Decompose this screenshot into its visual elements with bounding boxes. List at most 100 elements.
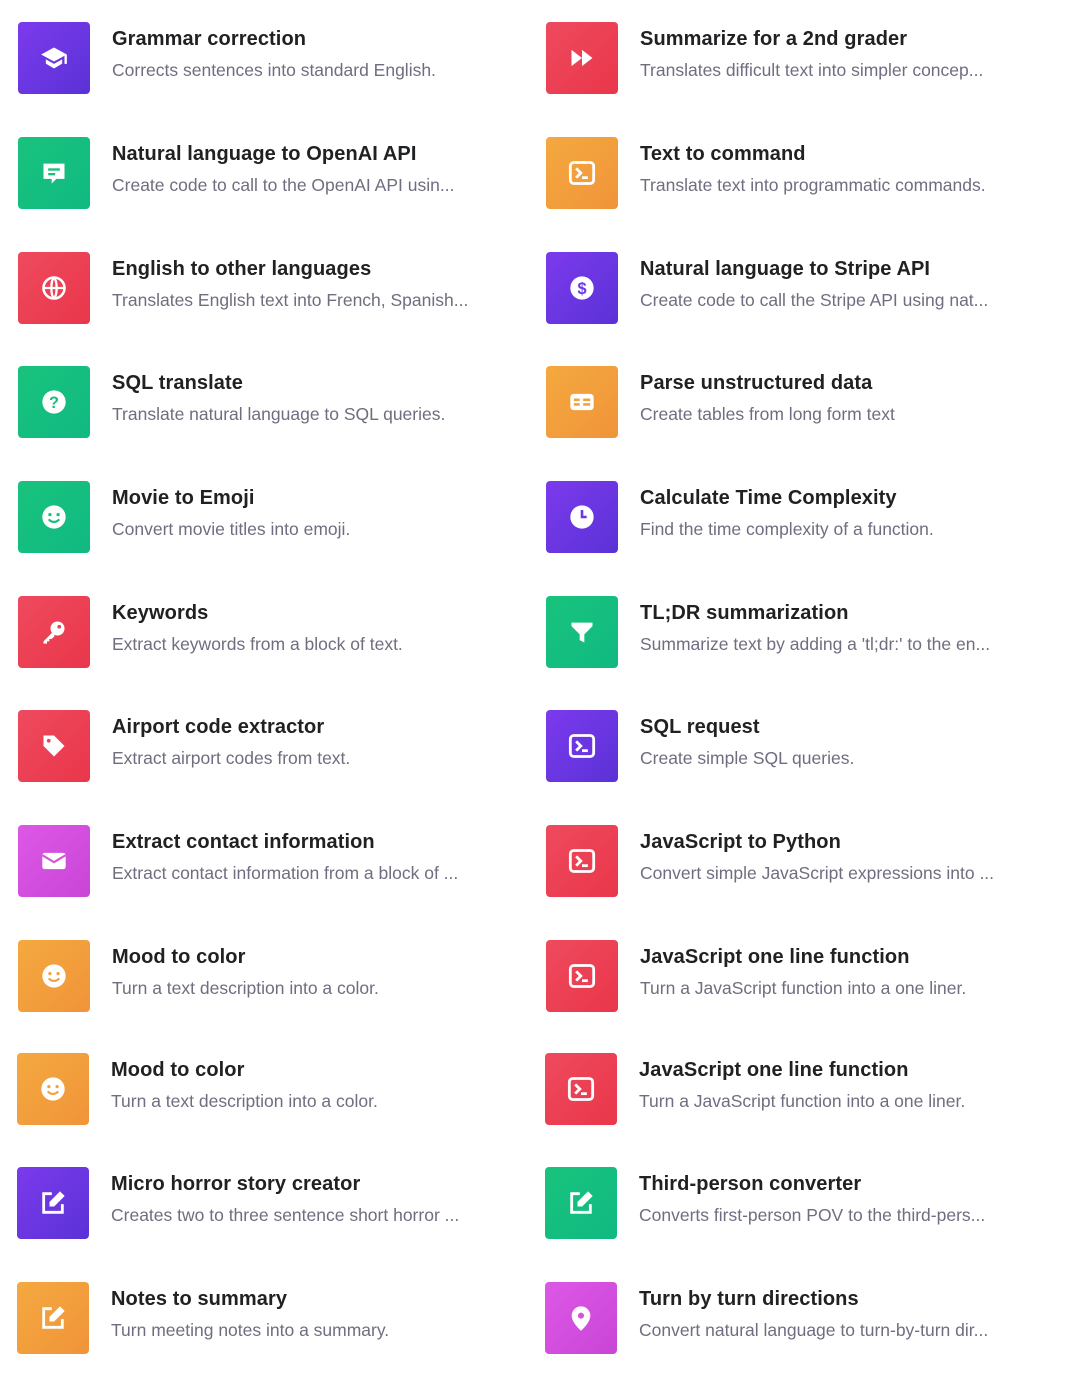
fast-forward-icon [571, 49, 593, 67]
example-card-grammar-correction[interactable]: Grammar correction Corrects sentences in… [18, 22, 518, 98]
terminal-icon [568, 849, 596, 873]
svg-text:$: $ [577, 280, 586, 298]
example-tile [17, 1282, 89, 1354]
dollar-icon: $ [570, 276, 594, 300]
example-description: Summarize text by adding a 'tl;dr:' to t… [640, 634, 991, 654]
example-title: Mood to color [111, 1059, 245, 1081]
smiley-icon [41, 1077, 65, 1101]
example-description: Create simple SQL queries. [640, 748, 855, 768]
example-card-mood-to-color[interactable]: Mood to color Turn a text description in… [17, 1053, 517, 1129]
example-description: Converts first-person POV to the third-p… [639, 1205, 986, 1225]
example-description: Turn a text description into a color. [111, 1091, 378, 1111]
example-description: Convert natural language to turn-by-turn… [639, 1320, 989, 1340]
example-card-tldr-summarization[interactable]: TL;DR summarization Summarize text by ad… [546, 596, 1046, 672]
example-description: Create tables from long form text [640, 404, 895, 424]
example-title: Third-person converter [639, 1173, 862, 1195]
example-card-extract-contact-information[interactable]: Extract contact information Extract cont… [18, 825, 518, 901]
example-description: Translates difficult text into simpler c… [640, 60, 984, 80]
example-tile [17, 1167, 89, 1239]
example-card-text-to-command[interactable]: Text to command Translate text into prog… [546, 137, 1046, 213]
example-tile [18, 137, 90, 209]
example-card-mood-to-color[interactable]: Mood to color Turn a text description in… [18, 940, 518, 1016]
example-description: Create code to call the Stripe API using… [640, 290, 989, 310]
globe-icon [42, 276, 66, 300]
example-tile [546, 481, 618, 553]
example-description: Extract contact information from a block… [112, 863, 459, 883]
example-tile [546, 596, 618, 668]
tag-icon [43, 735, 65, 757]
example-card-parse-unstructured-data[interactable]: Parse unstructured data Create tables fr… [546, 366, 1046, 442]
envelope-icon [41, 852, 67, 870]
example-description: Create code to call to the OpenAI API us… [112, 175, 455, 195]
example-tile [17, 1053, 89, 1125]
example-tile [545, 1053, 617, 1125]
example-card-english-to-other-languages[interactable]: English to other languages Translates En… [18, 252, 518, 328]
example-tile [18, 825, 90, 897]
example-tile [18, 596, 90, 668]
example-card-third-person-converter[interactable]: Third-person converter Converts first-pe… [545, 1167, 1045, 1243]
example-tile [545, 1282, 617, 1354]
example-tile [546, 710, 618, 782]
example-title: Keywords [112, 602, 209, 624]
example-title: Turn by turn directions [639, 1288, 859, 1310]
example-card-notes-to-summary[interactable]: Notes to summary Turn meeting notes into… [17, 1282, 517, 1358]
example-tile [546, 366, 618, 438]
example-card-sql-translate[interactable]: ? SQL translate Translate natural langua… [18, 366, 518, 442]
example-title: SQL request [640, 716, 760, 738]
table-icon [570, 393, 594, 411]
example-description: Translates English text into French, Spa… [112, 290, 469, 310]
example-card-movie-to-emoji[interactable]: Movie to Emoji Convert movie titles into… [18, 481, 518, 557]
example-card-javascript-to-python[interactable]: JavaScript to Python Convert simple Java… [546, 825, 1046, 901]
clock-icon [570, 505, 594, 529]
example-card-javascript-one-line-function[interactable]: JavaScript one line function Turn a Java… [545, 1053, 1045, 1129]
example-card-nl-to-openai-api[interactable]: Natural language to OpenAI API Create co… [18, 137, 518, 213]
terminal-icon [568, 734, 596, 758]
edit-icon [42, 1191, 65, 1214]
example-title: Natural language to Stripe API [640, 258, 931, 280]
example-tile [18, 481, 90, 553]
example-card-turn-by-turn-directions[interactable]: Turn by turn directions Convert natural … [545, 1282, 1045, 1358]
example-card-calculate-time-complexity[interactable]: Calculate Time Complexity Find the time … [546, 481, 1046, 557]
example-description: Turn meeting notes into a summary. [111, 1320, 390, 1340]
example-title: Mood to color [112, 946, 246, 968]
example-title: JavaScript one line function [639, 1059, 909, 1081]
example-description: Turn a text description into a color. [112, 978, 379, 998]
graduation-cap-icon [41, 47, 67, 69]
example-card-nl-to-stripe-api[interactable]: $ Natural language to Stripe API Create … [546, 252, 1046, 328]
example-title: Summarize for a 2nd grader [640, 28, 908, 50]
example-description: Extract keywords from a block of text. [112, 634, 403, 654]
example-card-keywords[interactable]: Keywords Extract keywords from a block o… [18, 596, 518, 672]
example-card-summarize-2nd-grader[interactable]: Summarize for a 2nd grader Translates di… [546, 22, 1046, 98]
example-description: Convert simple JavaScript expressions in… [640, 863, 995, 883]
example-title: Extract contact information [112, 831, 375, 853]
example-title: JavaScript one line function [640, 946, 910, 968]
example-title: Notes to summary [111, 1288, 288, 1310]
example-description: Extract airport codes from text. [112, 748, 351, 768]
chat-bubble-icon [43, 163, 65, 184]
example-title: TL;DR summarization [640, 602, 849, 624]
example-title: Micro horror story creator [111, 1173, 361, 1195]
example-tile [18, 252, 90, 324]
examples-grid: Grammar correction Corrects sentences in… [0, 0, 1082, 1374]
example-title: Natural language to OpenAI API [112, 143, 417, 165]
question-icon: ? [42, 390, 66, 414]
example-card-javascript-one-line-function[interactable]: JavaScript one line function Turn a Java… [546, 940, 1046, 1016]
example-title: Calculate Time Complexity [640, 487, 897, 509]
example-description: Convert movie titles into emoji. [112, 519, 351, 539]
example-title: Parse unstructured data [640, 372, 873, 394]
example-tile [546, 940, 618, 1012]
example-title: Movie to Emoji [112, 487, 255, 509]
example-tile [546, 22, 618, 94]
example-tile [546, 825, 618, 897]
edit-icon [570, 1191, 593, 1214]
example-card-airport-code-extractor[interactable]: Airport code extractor Extract airport c… [18, 710, 518, 786]
example-tile [546, 137, 618, 209]
example-card-sql-request[interactable]: SQL request Create simple SQL queries. [546, 710, 1046, 786]
terminal-icon [568, 161, 596, 185]
example-title: Grammar correction [112, 28, 307, 50]
example-card-micro-horror-story-creator[interactable]: Micro horror story creator Creates two t… [17, 1167, 517, 1243]
example-title: Airport code extractor [112, 716, 325, 738]
example-tile: $ [546, 252, 618, 324]
example-tile: ? [18, 366, 90, 438]
example-title: English to other languages [112, 258, 372, 280]
